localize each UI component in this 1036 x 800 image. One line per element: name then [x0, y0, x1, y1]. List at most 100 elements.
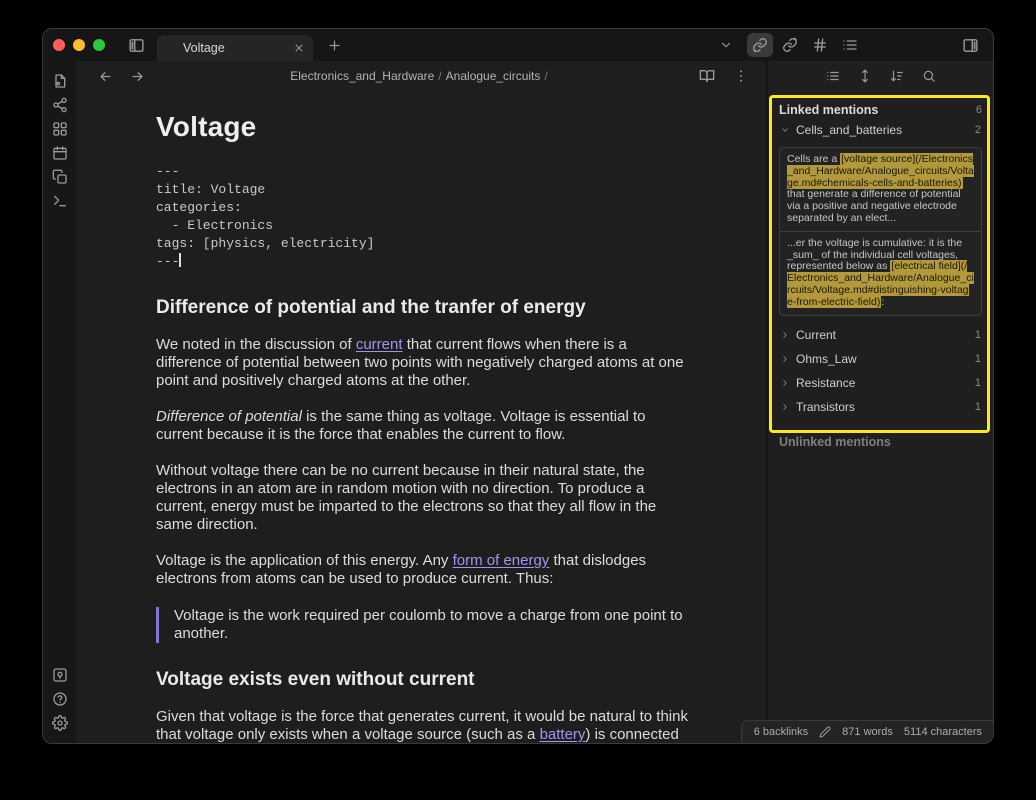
ribbon: [43, 61, 76, 744]
x-icon: [293, 42, 305, 54]
note-switcher-button[interactable]: [48, 69, 72, 93]
text-cursor: [179, 253, 181, 267]
move-vertical-icon: [858, 69, 872, 83]
vault-button[interactable]: [48, 663, 72, 687]
editor-header: Electronics_and_Hardware / Analogue_circui…: [76, 61, 766, 91]
calendar-button[interactable]: [48, 141, 72, 165]
breadcrumb-separator: /: [438, 69, 441, 83]
forward-button[interactable]: [124, 64, 150, 88]
internal-link[interactable]: battery: [540, 726, 586, 743]
back-button[interactable]: [92, 64, 118, 88]
paragraph: Voltage is the application of this energ…: [156, 552, 688, 588]
backlink-count: 1: [975, 353, 981, 365]
linked-mentions-header[interactable]: Linked mentions 6: [779, 103, 982, 117]
backlink-group-resistance[interactable]: Resistance 1: [779, 372, 982, 394]
backlink-count: 1: [975, 401, 981, 413]
backlink-file-name: Cells_and_batteries: [796, 123, 902, 137]
app-window: Voltage Electronics_and_Hardware / Analogu…: [42, 28, 994, 744]
bullet-list-button[interactable]: [822, 64, 844, 88]
help-icon: [52, 691, 68, 707]
more-options-button[interactable]: [728, 64, 754, 88]
zoom-window-button[interactable]: [93, 39, 105, 51]
paragraph: Difference of potential is the same thin…: [156, 408, 688, 444]
breadcrumb-segment[interactable]: Electronics_and_Hardware: [290, 69, 434, 83]
terminal-button[interactable]: [48, 189, 72, 213]
settings-button[interactable]: [48, 711, 72, 735]
search-button[interactable]: [918, 64, 940, 88]
workspace: Electronics_and_Hardware / Analogue_circui…: [43, 61, 993, 744]
paragraph: Without voltage there can be no current …: [156, 462, 688, 534]
toggle-right-sidebar-button[interactable]: [957, 33, 983, 57]
new-tab-button[interactable]: [321, 33, 347, 57]
terminal-icon: [52, 193, 68, 209]
graph-icon: [52, 97, 68, 113]
note-content[interactable]: Voltage--- title: Voltage categories: - …: [156, 111, 688, 744]
backlink-file-name: Resistance: [796, 376, 855, 390]
expand-collapse-button[interactable]: [854, 64, 876, 88]
link-out-icon: [782, 37, 798, 53]
traffic-lights: [53, 39, 105, 51]
view-action-icons: [747, 33, 863, 57]
pencil-icon[interactable]: [819, 726, 831, 738]
chevron-down-icon: [719, 38, 733, 52]
linked-mentions-title: Linked mentions: [779, 103, 878, 117]
link-out-button[interactable]: [777, 33, 803, 57]
backlinks-toolbar: [768, 61, 993, 91]
backlink-file-name: Current: [796, 328, 836, 342]
close-tab-icon[interactable]: [293, 42, 305, 54]
backlink-match[interactable]: Cells are a [voltage source](/Electronic…: [780, 148, 981, 232]
backlink-group-ohms_law[interactable]: Ohms_Law 1: [779, 348, 982, 370]
close-window-button[interactable]: [53, 39, 65, 51]
note-switcher-icon: [52, 73, 68, 89]
minimize-window-button[interactable]: [73, 39, 85, 51]
chevron-right-icon: [780, 330, 790, 340]
backlink-group-cells_and_batteries[interactable]: Cells_and_batteries2: [779, 119, 982, 141]
chevron-right-icon: [780, 354, 790, 364]
backlink-count: 1: [975, 377, 981, 389]
internal-link[interactable]: form of energy: [453, 552, 550, 569]
linked-mentions-count: 6: [976, 104, 982, 116]
grid-icon: [52, 121, 68, 137]
toggle-left-sidebar-button[interactable]: [123, 33, 149, 57]
search-highlight: [electrical field](/Electronics_and_Hard…: [787, 260, 974, 307]
list-icon: [826, 69, 840, 83]
internal-link[interactable]: current: [356, 336, 403, 353]
status-word-count: 871 words: [842, 726, 893, 738]
plus-icon: [327, 38, 342, 53]
sort-order-button[interactable]: [886, 64, 908, 88]
frontmatter[interactable]: --- title: Voltage categories: - Electro…: [156, 163, 688, 271]
hash-icon: [812, 37, 828, 53]
backlink-match[interactable]: ...er the voltage is cumulative: it is t…: [780, 232, 981, 315]
editor-pane: Electronics_and_Hardware / Analogue_circui…: [76, 61, 766, 744]
list-icon: [842, 37, 858, 53]
title-bar: Voltage: [43, 29, 993, 61]
chevron-down-icon: [780, 125, 790, 135]
reading-mode-button[interactable]: [694, 64, 720, 88]
tab-title: Voltage: [183, 41, 293, 55]
arrow-left-icon: [98, 69, 113, 84]
section-heading: Voltage exists even without current: [156, 669, 688, 691]
hash-button[interactable]: [807, 33, 833, 57]
book-open-icon: [699, 68, 715, 84]
backlinks-panel: Linked mentions 6 Cells_and_batteries2Ce…: [768, 91, 993, 744]
italic-text: Difference of potential: [156, 408, 302, 425]
copy-button[interactable]: [48, 165, 72, 189]
unlinked-mentions-header[interactable]: Unlinked mentions: [779, 435, 982, 449]
calendar-icon: [52, 145, 68, 161]
status-bar: 6 backlinks 871 words 5114 characters: [741, 720, 993, 743]
backlink-group-current[interactable]: Current1: [779, 324, 982, 346]
paragraph: We noted in the discussion of current th…: [156, 336, 688, 390]
tab-list-button[interactable]: [713, 33, 739, 57]
link-in-button[interactable]: [747, 33, 773, 57]
breadcrumb-segment[interactable]: Analogue_circuits: [446, 69, 541, 83]
status-backlinks-count: 6 backlinks: [754, 726, 808, 738]
list-button[interactable]: [837, 33, 863, 57]
search-highlight: [voltage source](/Electronics_and_Hardwa…: [787, 153, 974, 189]
sort-icon: [890, 69, 904, 83]
graph-button[interactable]: [48, 93, 72, 117]
backlink-group-transistors[interactable]: Transistors1: [779, 396, 982, 418]
backlink-file-name: Ohms_Law: [796, 352, 857, 366]
help-button[interactable]: [48, 687, 72, 711]
grid-button[interactable]: [48, 117, 72, 141]
tab-voltage[interactable]: Voltage: [157, 35, 313, 61]
